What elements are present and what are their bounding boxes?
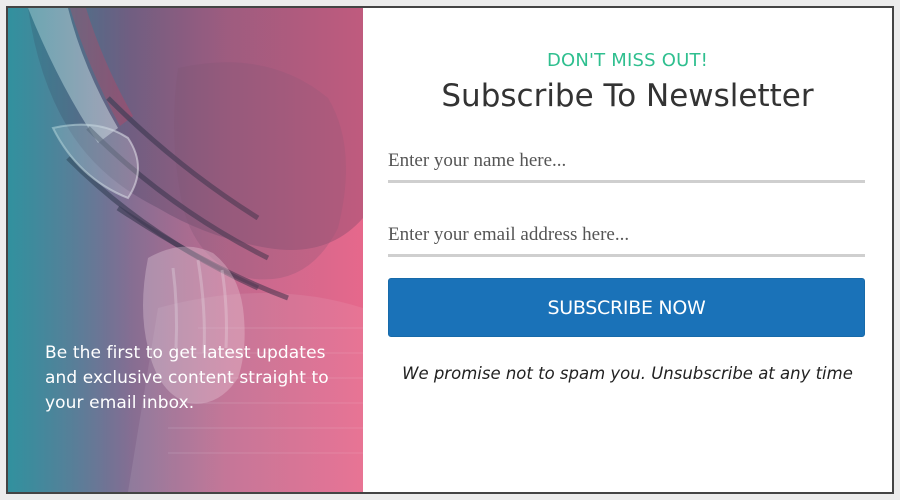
email-input[interactable] [388,216,865,257]
subscribe-button[interactable]: SUBSCRIBE NOW [388,278,865,337]
no-spam-disclaimer: We promise not to spam you. Unsubscribe … [402,364,853,383]
subscribe-form-panel: DON'T MISS OUT! Subscribe To Newsletter … [363,8,892,492]
hero-image-panel: Be the first to get latest updates and e… [8,8,363,492]
eyebrow-heading: DON'T MISS OUT! [546,50,709,71]
hero-tagline: Be the first to get latest updates and e… [45,343,329,413]
football-player-helmet-photo [28,8,363,492]
newsletter-popup: Be the first to get latest updates and e… [6,6,894,494]
form-title: Subscribe To Newsletter [441,78,814,114]
name-input[interactable] [388,142,865,183]
